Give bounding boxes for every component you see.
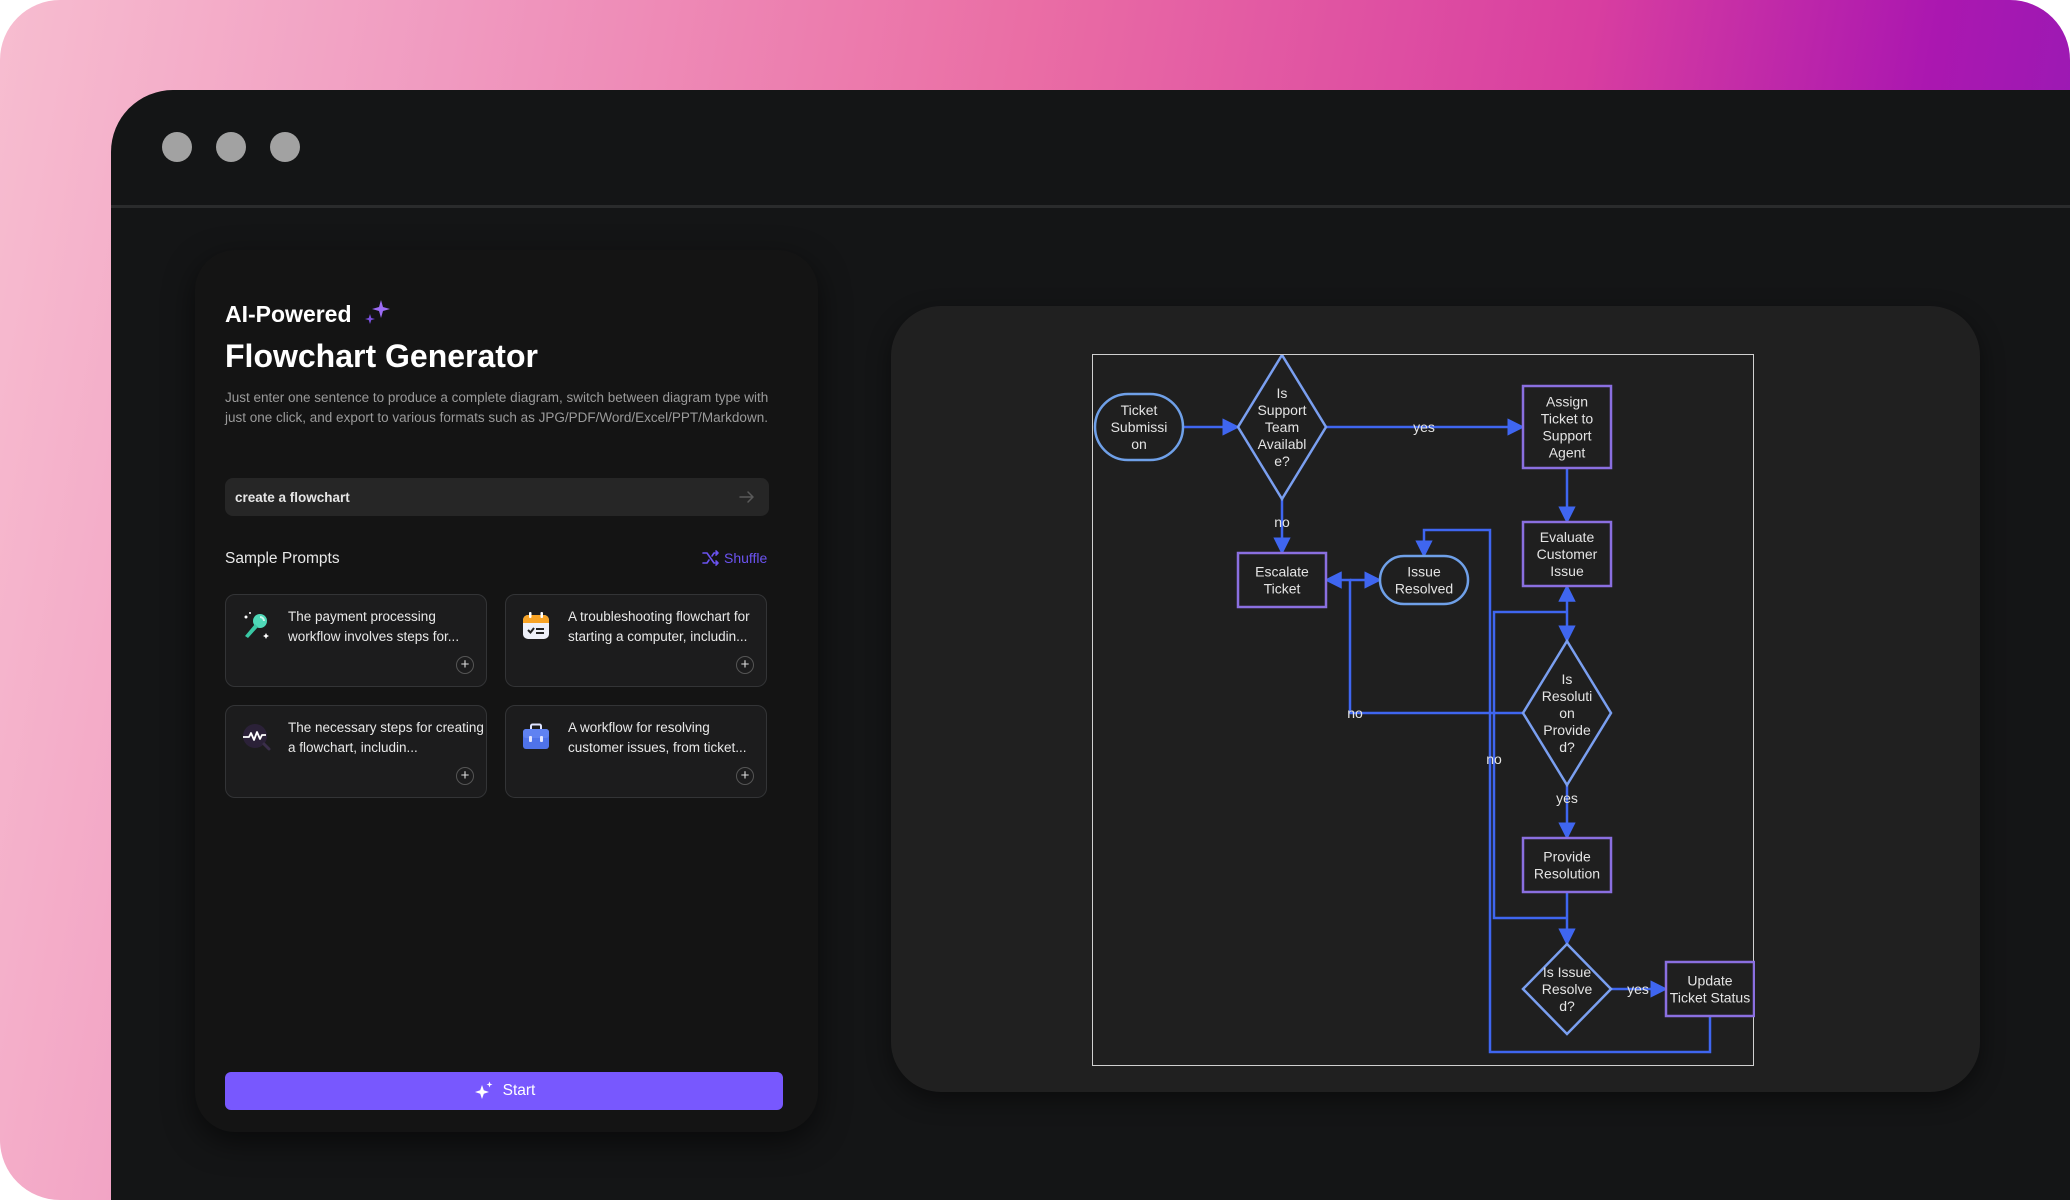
add-prompt-button[interactable]: +	[736, 656, 754, 674]
node-label: Is	[1277, 385, 1288, 401]
node-label: Is	[1562, 671, 1573, 687]
node-label: Issue	[1550, 563, 1584, 579]
node-label: Provide	[1543, 722, 1591, 738]
hero-eyebrow: AI-Powered	[225, 301, 352, 327]
edge-label: no	[1486, 751, 1502, 767]
hero-description: Just enter one sentence to produce a com…	[225, 390, 769, 425]
node-label: Escalate	[1255, 564, 1309, 580]
generator-panel	[195, 250, 818, 1132]
edge-label: yes	[1627, 981, 1649, 997]
add-prompt-button[interactable]: +	[456, 656, 474, 674]
node-label: e?	[1274, 453, 1290, 469]
node-label: on	[1131, 436, 1147, 452]
edge-label: yes	[1556, 790, 1578, 806]
shuffle-label: Shuffle	[724, 550, 768, 566]
sample-prompt-text: The payment processing workflow involves…	[288, 609, 460, 644]
node-label: d?	[1559, 739, 1575, 755]
sample-prompt-card[interactable]: The payment processing workflow involves…	[225, 594, 487, 687]
shuffle-button[interactable]: Shuffle	[702, 549, 767, 567]
titlebar-divider	[111, 205, 2070, 208]
window-minimize-button[interactable]	[216, 132, 246, 162]
add-prompt-button[interactable]: +	[456, 767, 474, 785]
edge-label: no	[1274, 514, 1290, 530]
sample-prompt-text: A troubleshooting flowchart for starting…	[568, 609, 750, 644]
flowchart-node-terminal: IssueResolved	[1378, 554, 1470, 606]
arrow-right-icon[interactable]	[738, 488, 756, 506]
node-label: Issue	[1407, 564, 1441, 580]
node-label: d?	[1559, 998, 1575, 1014]
node-label: Availabl	[1258, 436, 1307, 452]
node-label: Is Issue	[1543, 964, 1591, 980]
node-label: Customer	[1537, 546, 1598, 562]
edge-label: yes	[1413, 419, 1435, 435]
node-label: Ticket	[1121, 402, 1158, 418]
node-label: Resolution	[1534, 866, 1600, 882]
waveform-search-icon	[243, 724, 271, 751]
flowchart-node-decision: IsSupportTeamAvailable?	[1236, 355, 1328, 502]
page-title: Flowchart Generator	[225, 338, 538, 374]
flowchart-node-terminal: TicketSubmission	[1093, 392, 1185, 462]
start-button[interactable]: Start	[225, 1072, 783, 1110]
start-button-label: Start	[502, 1082, 536, 1099]
node-label: Agent	[1549, 445, 1586, 461]
flowchart-node-process: UpdateTicket Status	[1664, 960, 1755, 1018]
calendar-checklist-icon	[523, 612, 549, 639]
node-label: Team	[1265, 419, 1299, 435]
sample-prompt-card[interactable]: The necessary steps for creating a flowc…	[225, 705, 487, 798]
node-label: Provide	[1543, 849, 1591, 865]
flowchart-node-process: EscalateTicket	[1236, 551, 1328, 609]
node-label: Support	[1257, 402, 1306, 418]
flowchart-diagram: TicketSubmissionIsSupportTeamAvailable?A…	[1093, 355, 1755, 1054]
microphone-icon	[244, 612, 269, 639]
flowchart-preview: Ticket Submissi on Is Support Team Availabl e? A…	[1092, 354, 1755, 1066]
node-label: on	[1559, 705, 1575, 721]
sample-prompt-card[interactable]: A troubleshooting flowchart for starting…	[505, 594, 767, 687]
node-label: Support	[1542, 428, 1591, 444]
node-label: Assign	[1546, 394, 1588, 410]
sparkle-icon	[474, 1081, 493, 1099]
node-label: Ticket	[1264, 581, 1301, 597]
window-close-button[interactable]	[162, 132, 192, 162]
flowchart-node-decision: Is IssueResolved?	[1521, 942, 1613, 1036]
shuffle-icon	[702, 550, 719, 566]
flowchart-node-process: AssignTicket toSupportAgent	[1521, 384, 1613, 470]
node-label: Resoluti	[1542, 688, 1593, 704]
sample-prompt-text: A workflow for resolving customer issues…	[568, 720, 747, 755]
add-prompt-button[interactable]: +	[736, 767, 754, 785]
edge-label: no	[1347, 705, 1363, 721]
node-label: Evaluate	[1540, 529, 1595, 545]
sample-prompt-card[interactable]: A workflow for resolving customer issues…	[505, 705, 767, 798]
flowchart-node-decision: IsResolutionProvided?	[1521, 638, 1613, 788]
node-label: Resolved	[1395, 581, 1453, 597]
node-label: Ticket Status	[1670, 990, 1750, 1006]
sample-prompt-text: The necessary steps for creating a flowc…	[288, 720, 484, 755]
node-label: Submissi	[1111, 419, 1168, 435]
node-label: Ticket to	[1541, 411, 1594, 427]
sample-prompts-heading: Sample Prompts	[225, 550, 340, 567]
window-maximize-button[interactable]	[270, 132, 300, 162]
flowchart-node-process: ProvideResolution	[1521, 836, 1613, 894]
node-label: Update	[1687, 973, 1732, 989]
briefcase-icon	[523, 723, 549, 749]
prompt-input[interactable]	[225, 478, 769, 516]
node-label: Resolve	[1542, 981, 1593, 997]
sparkle-icon	[365, 300, 390, 324]
flowchart-node-process: EvaluateCustomerIssue	[1521, 520, 1613, 588]
